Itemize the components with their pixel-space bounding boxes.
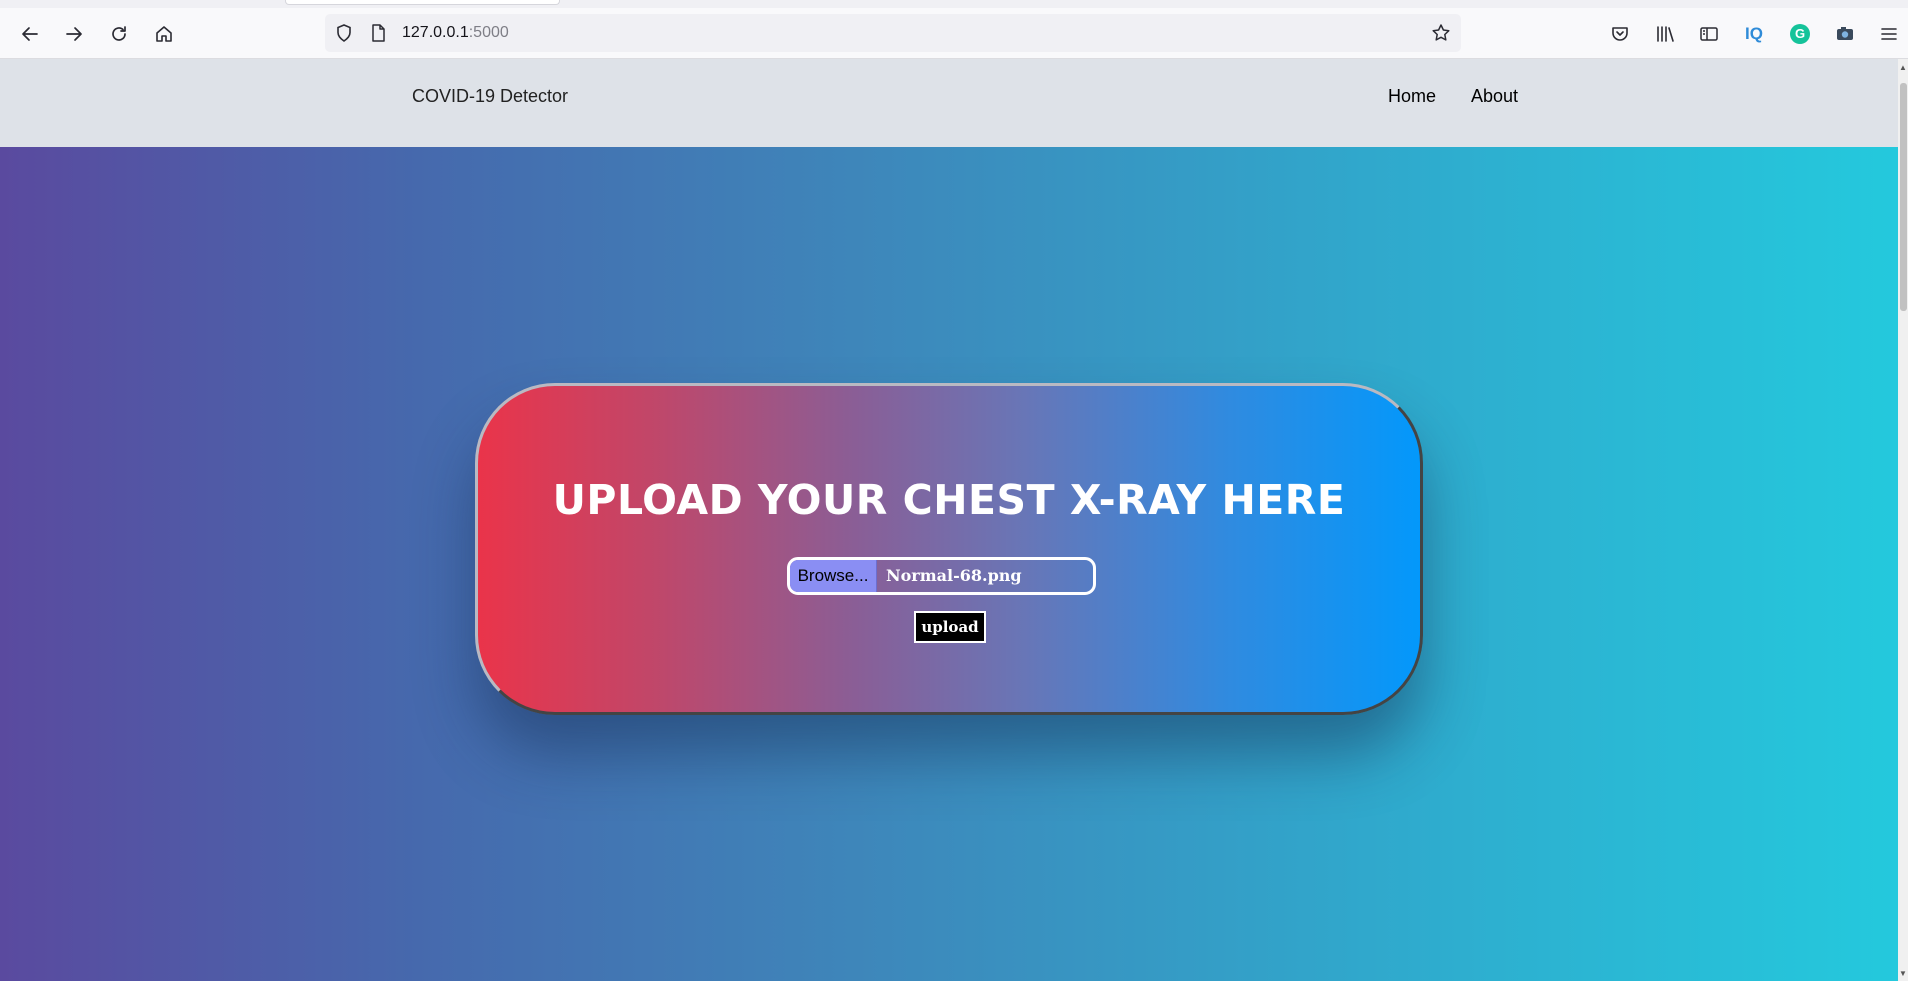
- browse-button[interactable]: Browse...: [790, 560, 877, 592]
- url-text[interactable]: 127.0.0.1:5000: [402, 14, 509, 52]
- active-tab[interactable]: [285, 0, 560, 5]
- site-brand[interactable]: COVID-19 Detector: [412, 59, 568, 134]
- shield-icon[interactable]: [325, 14, 363, 52]
- page-icon: [359, 14, 397, 52]
- page-scrollbar[interactable]: ▲ ▼: [1898, 59, 1908, 981]
- sidebar-icon[interactable]: [1690, 8, 1728, 59]
- url-bar[interactable]: 127.0.0.1:5000: [325, 14, 1461, 52]
- home-icon[interactable]: [145, 8, 183, 59]
- pocket-icon[interactable]: [1601, 8, 1639, 59]
- star-icon[interactable]: [1422, 14, 1460, 52]
- scroll-thumb[interactable]: [1900, 83, 1907, 311]
- back-arrow-icon[interactable]: [11, 8, 49, 59]
- upload-button[interactable]: upload: [914, 611, 986, 643]
- upload-card: UPLOAD YOUR CHEST X-RAY HERE Browse... N…: [475, 383, 1423, 715]
- scroll-down-icon[interactable]: ▼: [1899, 969, 1907, 979]
- url-host: 127.0.0.1: [402, 24, 469, 41]
- file-input[interactable]: Browse... Normal-68.png: [787, 557, 1096, 595]
- library-icon[interactable]: [1646, 8, 1684, 59]
- upload-heading: UPLOAD YOUR CHEST X-RAY HERE: [552, 476, 1346, 524]
- hero-section: UPLOAD YOUR CHEST X-RAY HERE Browse... N…: [0, 147, 1898, 981]
- camera-icon[interactable]: [1826, 8, 1864, 59]
- selected-file-name: Normal-68.png: [886, 566, 1022, 585]
- page-viewport: COVID-19 Detector Home About UPLOAD YOUR…: [0, 59, 1898, 981]
- forward-arrow-icon[interactable]: [55, 8, 93, 59]
- url-port: :5000: [468, 24, 509, 41]
- iq-icon[interactable]: IQ: [1735, 8, 1773, 59]
- scroll-up-icon[interactable]: ▲: [1899, 63, 1907, 73]
- nav-link-about[interactable]: About: [1471, 59, 1518, 134]
- grammarly-icon[interactable]: G: [1781, 8, 1819, 59]
- browser-toolbar: 127.0.0.1:5000 IQ G: [0, 8, 1908, 59]
- reload-icon[interactable]: [100, 8, 138, 59]
- site-navbar: COVID-19 Detector Home About: [0, 59, 1898, 147]
- hamburger-menu-icon[interactable]: [1870, 8, 1908, 59]
- nav-link-home[interactable]: Home: [1388, 59, 1436, 134]
- grammarly-badge: G: [1790, 23, 1810, 44]
